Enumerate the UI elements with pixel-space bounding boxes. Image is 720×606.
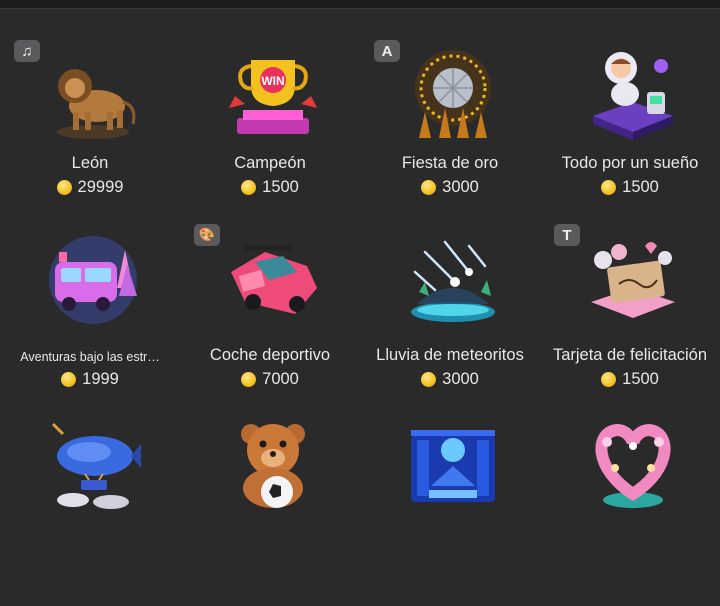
coin-icon xyxy=(241,180,257,195)
gift-price: 29999 xyxy=(0,178,180,197)
gift-name: Tarjeta de felicitación xyxy=(552,346,708,364)
price-value: 1500 xyxy=(622,178,659,196)
price-value: 29999 xyxy=(77,178,124,196)
gift-item-flower-heart[interactable] xyxy=(540,414,720,606)
price-value: 1500 xyxy=(622,370,659,388)
gift-grid: ♫ León 29999 WIN Campeón 1500 A Fiesta d… xyxy=(0,30,720,606)
gift-price: 1500 xyxy=(180,178,360,197)
gift-price: 1500 xyxy=(540,178,720,197)
disco-ball-icon xyxy=(415,50,491,138)
camper-van-icon xyxy=(49,236,137,324)
gift-item-aventuras[interactable]: Aventuras bajo las estr… 1999 xyxy=(0,222,180,414)
letter-t-badge-icon: T xyxy=(554,224,580,246)
price-value: 3000 xyxy=(442,178,479,196)
gift-price: 1500 xyxy=(540,370,720,389)
gift-name: Coche deportivo xyxy=(209,346,331,364)
gift-item-campeon[interactable]: WIN Campeón 1500 xyxy=(180,30,360,222)
flower-heart-icon xyxy=(595,423,671,508)
music-badge-icon: ♫ xyxy=(14,40,40,62)
stage-icon xyxy=(411,430,495,502)
sports-car-icon xyxy=(231,246,317,314)
top-divider xyxy=(0,0,720,9)
price-value: 7000 xyxy=(262,370,299,388)
gift-item-airship[interactable] xyxy=(0,414,180,606)
gift-price: 1999 xyxy=(0,370,180,389)
svg-text:WIN: WIN xyxy=(261,74,284,88)
gift-name: Lluvia de meteoritos xyxy=(376,346,524,364)
gift-name: León xyxy=(71,154,109,172)
price-value: 3000 xyxy=(442,370,479,388)
gift-item-teddy-bear[interactable] xyxy=(180,414,360,606)
meteor-shower-icon xyxy=(411,240,495,322)
coin-icon xyxy=(241,372,257,387)
coin-icon xyxy=(601,372,617,387)
coin-icon xyxy=(601,180,617,195)
palette-badge-icon: 🎨 xyxy=(194,224,220,246)
gift-name: Todo por un sueño xyxy=(561,154,699,172)
gift-name: Campeón xyxy=(234,154,306,172)
teddy-bear-football-icon xyxy=(241,424,305,508)
coin-icon xyxy=(61,372,77,387)
gift-price: 3000 xyxy=(360,178,540,197)
gift-item-leon[interactable]: ♫ León 29999 xyxy=(0,30,180,222)
greeting-card-icon xyxy=(591,242,675,318)
coin-icon xyxy=(56,180,72,195)
astronaut-icon xyxy=(593,52,673,140)
gift-item-fiesta-de-oro[interactable]: A Fiesta de oro 3000 xyxy=(360,30,540,222)
coin-icon xyxy=(421,372,437,387)
gift-item-stage[interactable] xyxy=(360,414,540,606)
gift-item-lluvia-de-meteoritos[interactable]: Lluvia de meteoritos 3000 xyxy=(360,222,540,414)
gift-name: Aventuras bajo las estr… xyxy=(20,350,160,364)
gift-item-tarjeta-de-felicitacion[interactable]: T Tarjeta de felicitación 1500 xyxy=(540,222,720,414)
gift-name: Fiesta de oro xyxy=(401,154,499,172)
coin-icon xyxy=(421,180,437,195)
lion-icon xyxy=(57,69,136,139)
trophy-icon: WIN xyxy=(229,60,317,134)
price-value: 1500 xyxy=(262,178,299,196)
gift-price: 7000 xyxy=(180,370,360,389)
gift-item-coche-deportivo[interactable]: 🎨 Coche deportivo 7000 xyxy=(180,222,360,414)
gift-price: 3000 xyxy=(360,370,540,389)
airship-icon xyxy=(51,422,141,509)
gift-item-todo-por-un-sueno[interactable]: Todo por un sueño 1500 xyxy=(540,30,720,222)
price-value: 1999 xyxy=(82,370,119,388)
letter-a-badge-icon: A xyxy=(374,40,400,62)
